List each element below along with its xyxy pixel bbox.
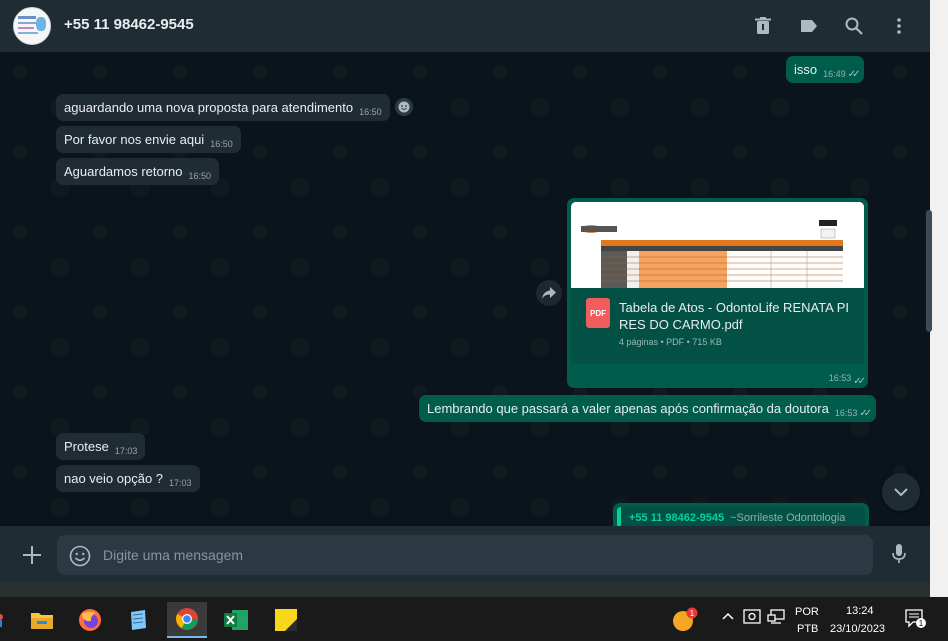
composer-bar	[0, 526, 930, 583]
clock-date[interactable]: 23/10/2023	[830, 623, 885, 635]
forward-icon[interactable]	[536, 280, 562, 306]
firefox-icon[interactable]	[70, 602, 110, 638]
message-incoming[interactable]: nao veio opção ? 17:03	[56, 465, 200, 492]
message-time: 16:50	[359, 107, 382, 117]
chevron-down-icon	[894, 487, 908, 496]
message-text: aguardando uma nova proposta para atendi…	[64, 100, 354, 115]
message-text: isso	[794, 62, 818, 77]
excel-icon[interactable]	[216, 602, 256, 638]
scroll-to-bottom-button[interactable]	[882, 473, 920, 511]
screen-capture-icon[interactable]	[743, 609, 761, 628]
input-language[interactable]: POR	[795, 606, 819, 618]
plus-icon	[23, 546, 41, 564]
emoji-icon[interactable]	[69, 545, 91, 567]
contact-name[interactable]: +55 11 98462-9545	[64, 16, 194, 33]
svg-text:1: 1	[690, 609, 695, 618]
voice-message-button[interactable]	[887, 542, 911, 566]
message-time: 16:53 ✓✓	[828, 373, 866, 387]
delete-icon[interactable]	[751, 14, 775, 38]
message-incoming[interactable]: Aguardamos retorno 16:50	[56, 158, 220, 185]
chevron-up-icon[interactable]	[722, 611, 734, 623]
windows-taskbar: 1 POR PTB 13:24 23/10/2023 1	[0, 597, 948, 641]
quoted-alias: ~Sorrileste Odontologia	[730, 512, 846, 524]
svg-text:1: 1	[919, 619, 924, 628]
message-time: 16:49	[823, 69, 846, 79]
document-file-name: Tabela de Atos - OdontoLife RENATA PIRES…	[619, 300, 850, 332]
message-time: 16:50	[210, 139, 233, 149]
chrome-icon[interactable]	[167, 602, 207, 638]
notifications-icon[interactable]: 1	[905, 609, 927, 632]
chat-scrollbar[interactable]	[926, 210, 932, 332]
message-text: Lembrando que passará a valer apenas apó…	[427, 401, 829, 416]
message-time: 17:03	[114, 446, 138, 456]
message-input[interactable]	[103, 535, 843, 575]
chat-header: +55 11 98462-9545	[0, 0, 930, 52]
clock-time[interactable]: 13:24	[846, 605, 874, 617]
tray-app-icon[interactable]: 1	[665, 602, 705, 638]
read-receipt-icon: ✓✓	[847, 69, 861, 80]
keyboard-layout[interactable]: PTB	[797, 623, 818, 635]
message-incoming[interactable]: aguardando uma nova proposta para atendi…	[56, 94, 390, 121]
message-list[interactable]: isso 16:49 ✓✓ aguardando uma nova proposta…	[0, 52, 930, 526]
read-receipt-icon: ✓✓	[859, 408, 872, 419]
message-time: 17:03	[169, 478, 192, 488]
document-preview[interactable]	[571, 202, 864, 288]
message-text: Por favor nos envie aqui	[64, 132, 205, 147]
network-icon[interactable]	[767, 609, 785, 628]
contact-avatar[interactable]	[13, 7, 51, 45]
start-partial-icon[interactable]	[0, 602, 10, 638]
message-time: 16:53	[834, 408, 858, 418]
quoted-contact: +55 11 98462-9545 ~Sorrileste Odontologia	[617, 507, 865, 526]
window-edge	[930, 0, 948, 597]
message-incoming[interactable]: Por favor nos envie aqui 16:50	[56, 126, 241, 153]
pdf-file-icon: PDF	[586, 298, 610, 328]
emoji-reaction-icon[interactable]	[395, 98, 413, 116]
sticky-notes-icon[interactable]	[266, 602, 306, 638]
label-icon[interactable]	[797, 14, 821, 38]
message-outgoing[interactable]: Lembrando que passará a valer apenas apó…	[419, 395, 877, 422]
microphone-icon	[892, 544, 906, 563]
quoted-message[interactable]: +55 11 98462-9545 ~Sorrileste Odontologia	[613, 503, 869, 526]
search-icon[interactable]	[842, 14, 866, 38]
window-bottom-edge	[0, 583, 930, 597]
notepad-icon[interactable]	[118, 602, 158, 638]
read-receipt-icon: ✓✓	[853, 376, 866, 387]
message-text: Aguardamos retorno	[64, 164, 183, 179]
message-text: nao veio opção ?	[64, 471, 164, 486]
document-meta: 4 páginas • PDF • 715 KB	[619, 337, 722, 347]
quoted-phone: +55 11 98462-9545	[629, 512, 725, 524]
document-info[interactable]: PDF Tabela de Atos - OdontoLife RENATA P…	[571, 288, 864, 364]
menu-icon[interactable]	[887, 14, 911, 38]
message-composer[interactable]	[57, 535, 873, 575]
message-document[interactable]: PDF Tabela de Atos - OdontoLife RENATA P…	[567, 198, 868, 388]
message-time: 16:50	[188, 171, 212, 181]
file-explorer-icon[interactable]	[22, 602, 62, 638]
message-incoming[interactable]: Protese 17:03	[56, 433, 146, 460]
message-text: Protese	[64, 439, 109, 454]
attach-button[interactable]	[20, 543, 44, 567]
message-outgoing[interactable]: isso 16:49 ✓✓	[786, 56, 865, 83]
